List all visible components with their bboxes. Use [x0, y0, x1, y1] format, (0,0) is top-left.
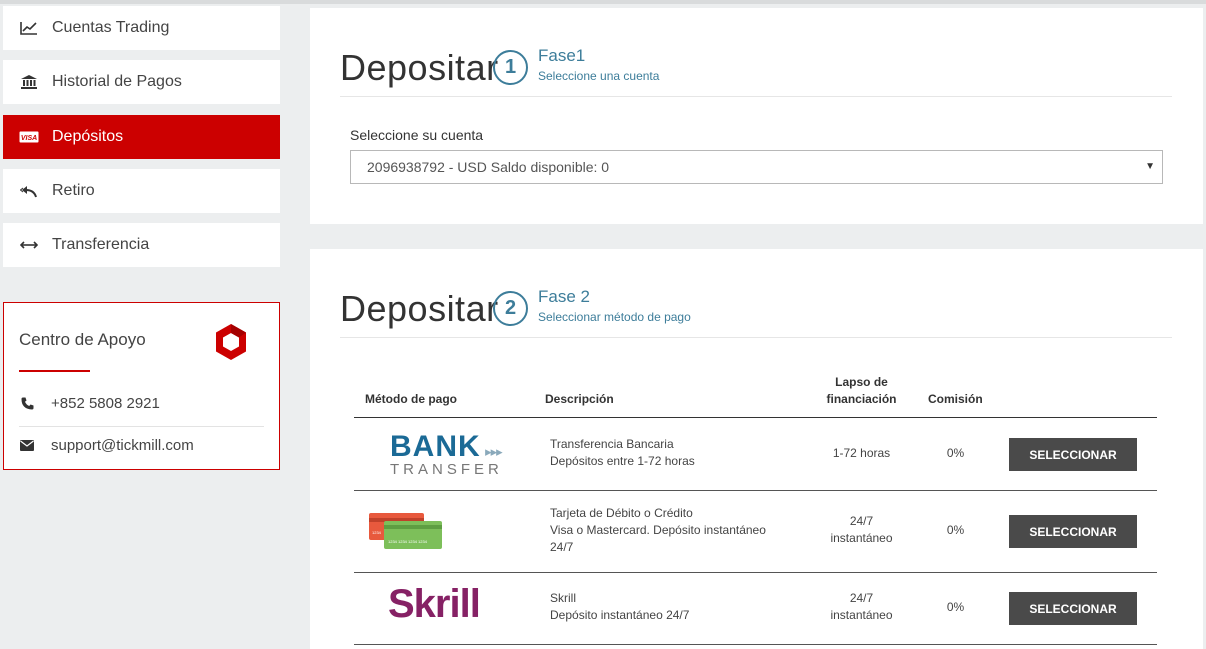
bank-transfer-logo: BANK ▸▸▸ TRANSFER	[390, 430, 503, 478]
visa-card-icon: VISA	[18, 131, 40, 143]
sidebar-item-label: Historial de Pagos	[52, 73, 182, 90]
table-row-description: Skrill Depósito instantáneo 24/7	[550, 591, 690, 622]
deposit-step1-panel: Depositar 1 Fase1 Seleccione una cuenta …	[310, 8, 1203, 224]
table-row-period: 24/7 instantáneo	[830, 591, 893, 622]
row-divider	[354, 644, 1157, 645]
top-border	[0, 0, 1206, 4]
support-center-box: Centro de Apoyo +852 5808 2921 support@t…	[3, 302, 280, 470]
support-title-underline	[19, 370, 90, 372]
support-email[interactable]: support@tickmill.com	[19, 437, 194, 454]
row-divider	[354, 490, 1157, 491]
sidebar-item-label: Depósitos	[52, 128, 124, 145]
sidebar-item-label: Cuentas Trading	[52, 19, 170, 36]
support-phone-text: +852 5808 2921	[51, 395, 160, 412]
table-row-description: Tarjeta de Débito o Crédito Visa o Maste…	[550, 506, 766, 554]
step1-number-badge: 1	[493, 50, 528, 85]
svg-text:VISA: VISA	[21, 135, 37, 142]
table-row-description: Transferencia Bancaria Depósitos entre 1…	[550, 437, 695, 468]
svg-text:1234 1234 1234 1234: 1234 1234 1234 1234	[388, 539, 428, 544]
sidebar-item-depositos[interactable]: VISA Depósitos	[3, 115, 280, 159]
step2-title: Depositar	[340, 288, 499, 329]
bank-icon	[18, 74, 40, 90]
deposit-step2-panel: Depositar 2 Fase 2 Seleccionar método de…	[310, 249, 1203, 649]
table-row-period: 24/7 instantáneo	[830, 514, 893, 545]
tickmill-logo-icon	[214, 323, 248, 366]
account-select[interactable]: 2096938792 - USD Saldo disponible: 0 ▼	[350, 150, 1163, 184]
support-title: Centro de Apoyo	[19, 330, 146, 349]
header-payment-method: Método de pago	[365, 392, 457, 406]
select-bank-transfer-button[interactable]: SELECCIONAR	[1009, 438, 1137, 471]
header-fee: Comisión	[928, 392, 983, 406]
step2-subtitle: Seleccionar método de pago	[538, 310, 691, 324]
phone-icon	[19, 397, 35, 410]
step1-subtitle: Seleccione una cuenta	[538, 69, 660, 83]
select-card-button[interactable]: SELECCIONAR	[1009, 515, 1137, 548]
support-email-text: support@tickmill.com	[51, 437, 194, 454]
divider	[340, 96, 1172, 97]
sidebar-item-cuentas-trading[interactable]: Cuentas Trading	[3, 6, 280, 50]
arrows-horizontal-icon	[18, 241, 40, 249]
sidebar-item-label: Transferencia	[52, 236, 150, 253]
reply-arrow-icon	[18, 184, 40, 198]
table-header-rule	[354, 417, 1157, 418]
sidebar-item-historial-de-pagos[interactable]: Historial de Pagos	[3, 60, 280, 104]
header-description: Descripción	[545, 392, 614, 406]
sidebar-item-retiro[interactable]: Retiro	[3, 169, 280, 213]
caret-down-icon: ▼	[1145, 161, 1155, 172]
table-row-fee: 0%	[946, 523, 965, 537]
step1-phase: Fase1	[538, 46, 586, 65]
table-row-period: 1-72 horas	[832, 446, 891, 460]
row-divider	[354, 572, 1157, 573]
header-funding-period: Lapso de financiación	[826, 375, 897, 406]
sidebar-item-label: Retiro	[52, 182, 95, 199]
table-row-fee: 0%	[946, 446, 965, 460]
divider	[340, 337, 1172, 338]
envelope-icon	[19, 440, 35, 451]
divider	[19, 426, 264, 427]
support-phone[interactable]: +852 5808 2921	[19, 395, 160, 412]
step1-title: Depositar	[340, 47, 499, 88]
account-select-value: 2096938792 - USD Saldo disponible: 0	[367, 159, 610, 175]
svg-text:1234: 1234	[372, 530, 382, 535]
step2-number-badge: 2	[493, 291, 528, 326]
skrill-logo: Skrill	[388, 582, 481, 626]
chart-line-icon	[18, 21, 40, 35]
table-row-fee: 0%	[946, 600, 965, 614]
sidebar-item-transferencia[interactable]: Transferencia	[3, 223, 280, 267]
step2-phase: Fase 2	[538, 287, 590, 306]
account-select-label: Seleccione su cuenta	[350, 127, 484, 143]
credit-cards-logo: 1234 1234 1234 1234 1234	[369, 512, 443, 555]
select-skrill-button[interactable]: SELECCIONAR	[1009, 592, 1137, 625]
